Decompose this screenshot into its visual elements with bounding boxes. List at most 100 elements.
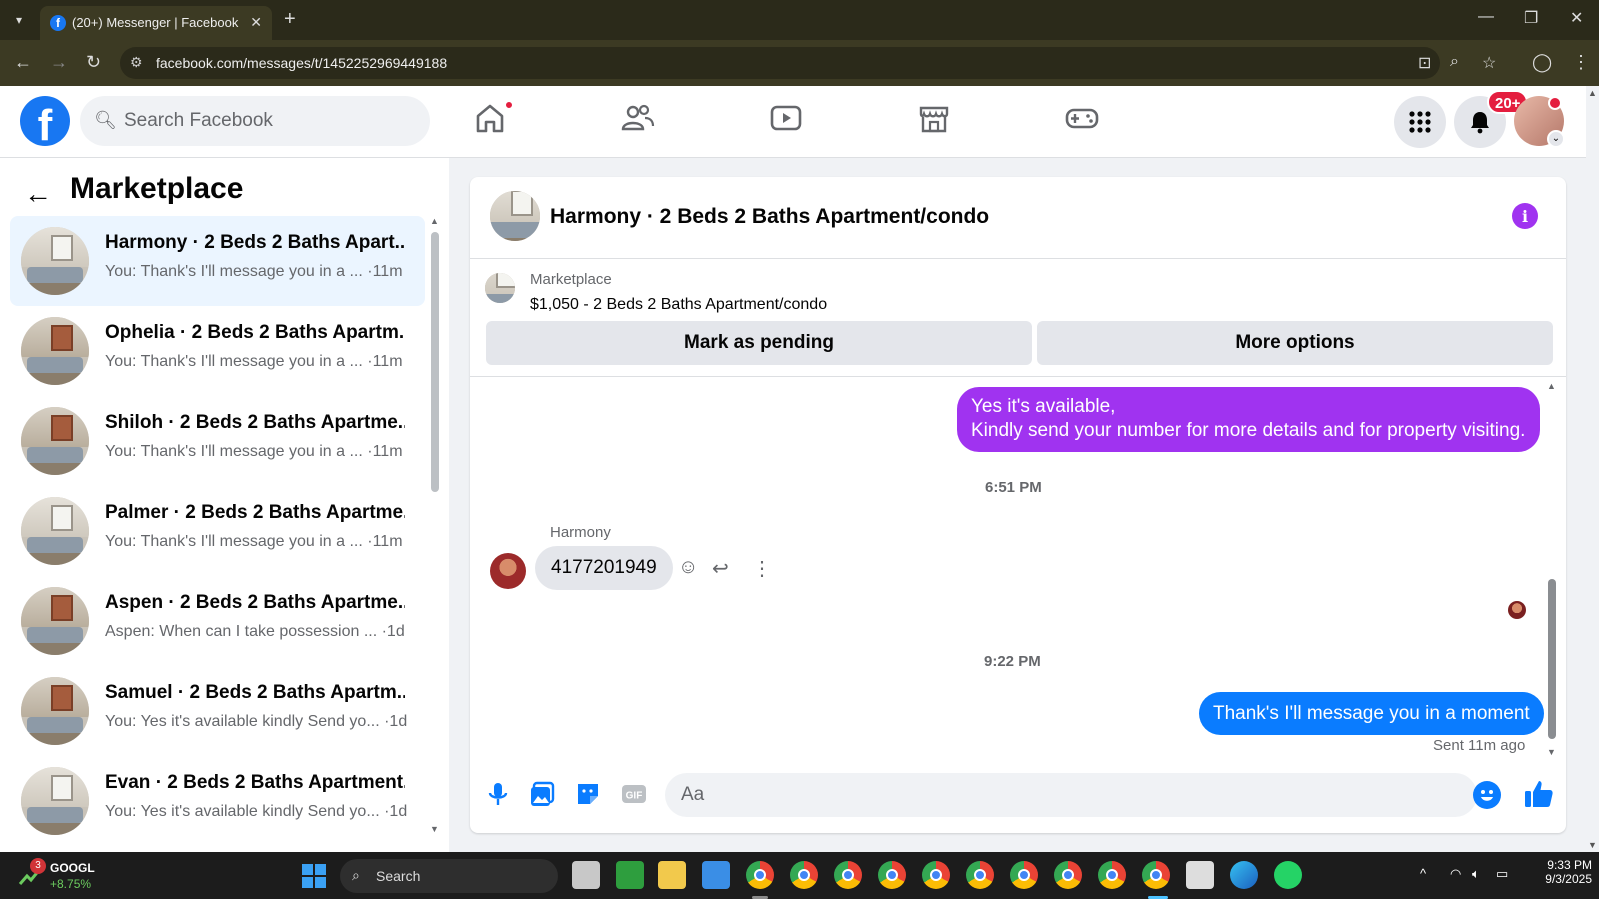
listing-small-thumbnail[interactable] [485,273,515,303]
conversation-item[interactable]: Harmony · 2 Beds 2 Baths Apart... You: T… [10,216,425,306]
facebook-favicon-icon: f [50,15,66,31]
incoming-message[interactable]: 4177201949 [535,546,673,590]
chrome-icon[interactable] [966,861,994,889]
chrome-icon[interactable] [1054,861,1082,889]
taskbar-search[interactable]: ⌕ Search [340,859,558,893]
scrollbar-thumb[interactable] [1548,579,1556,739]
stock-widget[interactable]: 3 GOOGL +8.75% [18,858,108,892]
edge-icon[interactable] [1230,861,1258,889]
chrome-icon[interactable] [790,861,818,889]
chrome-icon[interactable] [922,861,950,889]
chrome-icon[interactable] [1142,861,1170,889]
chevron-down-icon[interactable]: ⌄ [1547,130,1565,148]
install-app-icon[interactable]: ⊡ [1418,53,1431,73]
reply-icon[interactable]: ↩ [712,556,729,581]
like-thumb-icon[interactable] [1523,778,1555,810]
messages-scrollbar[interactable]: ▲ ▼ [1546,381,1558,761]
minimize-icon[interactable]: — [1478,8,1494,26]
clock-date: 9/3/2025 [1545,872,1592,886]
conversation-item[interactable]: Ophelia · 2 Beds 2 Baths Apartm... You: … [10,306,425,396]
file-explorer-icon[interactable] [658,861,686,889]
whatsapp-icon[interactable] [1274,861,1302,889]
spreadsheet-app-icon[interactable] [616,861,644,889]
video-icon [770,105,802,131]
nav-video[interactable] [768,100,816,144]
sticker-icon[interactable] [574,780,602,808]
chrome-icon[interactable] [878,861,906,889]
reload-icon[interactable]: ↻ [86,52,101,73]
tray-chevron-icon[interactable]: ^ [1420,866,1426,881]
profile-icon[interactable]: ◯ [1532,52,1552,73]
microphone-icon[interactable] [484,780,512,808]
nav-friends[interactable] [620,100,668,144]
browser-menu-icon[interactable]: ⋮ [1572,52,1590,73]
grid-menu-icon [1409,111,1431,133]
chrome-icon[interactable] [1010,861,1038,889]
sender-avatar[interactable] [490,553,526,589]
scroll-down-icon[interactable]: ▼ [430,824,439,834]
conversation-name: Harmony · 2 Beds 2 Baths Apart... [105,232,405,253]
conversation-item[interactable]: Samuel · 2 Beds 2 Baths Apartm... You: Y… [10,666,425,756]
chrome-icon[interactable] [746,861,774,889]
listing-item[interactable]: $1,050 - 2 Beds 2 Baths Apartment/condo [530,296,827,314]
react-smiley-icon[interactable]: ☺ [678,556,698,579]
conversation-scrollbar[interactable]: ▲ ▼ [429,216,441,834]
scroll-down-icon[interactable]: ▼ [1547,747,1556,757]
scroll-up-icon[interactable]: ▲ [1547,381,1556,391]
mark-as-pending-button[interactable]: Mark as pending [486,321,1032,365]
menu-button[interactable] [1394,96,1446,148]
browser-tab[interactable]: f (20+) Messenger | Facebook ✕ [40,6,272,40]
tab-list-icon[interactable]: ▾ [8,10,30,30]
chat-header: Harmony · 2 Beds 2 Baths Apartment/condo… [470,177,1566,259]
scroll-down-icon[interactable]: ▼ [1588,840,1597,850]
scroll-up-icon[interactable]: ▲ [430,216,439,226]
wifi-icon[interactable]: ◠ [1450,866,1461,882]
zoom-icon[interactable]: ⌕ [1450,53,1459,71]
forward-icon[interactable]: → [50,52,68,73]
nav-gaming[interactable] [1064,100,1112,144]
conversation-item[interactable]: Shiloh · 2 Beds 2 Baths Apartme... You: … [10,396,425,486]
site-info-icon[interactable]: ⚙ [130,54,143,71]
more-vertical-icon[interactable]: ⋮ [752,556,772,581]
emoji-icon[interactable] [1473,781,1501,809]
back-icon[interactable]: ← [14,52,32,73]
message-input[interactable] [665,773,1477,817]
chrome-icon[interactable] [834,861,862,889]
windows-start-icon[interactable] [302,864,326,888]
bookmark-star-icon[interactable]: ☆ [1482,53,1496,73]
window-close-icon[interactable]: ✕ [1570,8,1583,28]
scroll-up-icon[interactable]: ▲ [1588,88,1597,98]
conversation-item[interactable]: Palmer · 2 Beds 2 Baths Apartme... You: … [10,486,425,576]
tab-close-icon[interactable]: ✕ [250,14,262,31]
chat-listing-thumbnail[interactable] [490,191,540,241]
task-view-icon[interactable] [572,861,600,889]
facebook-logo-icon[interactable]: f [20,96,70,146]
nav-home[interactable] [472,100,520,144]
outgoing-message[interactable]: Yes it's available, Kindly send your num… [957,387,1540,452]
seen-avatar [1508,601,1526,619]
outgoing-message[interactable]: Thank's I'll message you in a moment [1199,692,1544,735]
more-options-button[interactable]: More options [1037,321,1553,365]
back-arrow-icon[interactable]: ← [24,178,52,210]
scrollbar-thumb[interactable] [431,232,439,492]
address-bar[interactable]: ⚙ facebook.com/messages/t/14522529694491… [120,47,1496,79]
chat-title[interactable]: Harmony · 2 Beds 2 Baths Apartment/condo [550,205,989,229]
system-clock[interactable]: 9:33 PM 9/3/2025 [1532,858,1592,886]
volume-icon[interactable]: 🔈︎ [1472,866,1480,882]
info-icon[interactable]: i [1512,203,1538,229]
search-input[interactable] [124,96,414,146]
new-tab-icon[interactable]: + [284,8,296,31]
message-text: Kindly send your number for more details… [971,420,1526,441]
store-icon[interactable] [702,861,730,889]
maximize-icon[interactable]: ❐ [1524,8,1538,28]
gif-icon[interactable]: GIF [620,780,648,808]
conversation-item[interactable]: Aspen · 2 Beds 2 Baths Apartme... Aspen:… [10,576,425,666]
photo-icon[interactable] [528,780,556,808]
conversation-item[interactable]: Evan · 2 Beds 2 Baths Apartment... You: … [10,756,425,846]
nav-marketplace[interactable] [916,100,964,144]
battery-icon[interactable]: ▭ [1496,866,1508,882]
snipping-tool-icon[interactable] [1186,861,1214,889]
page-scrollbar[interactable]: ▲ ▼ [1586,86,1599,852]
chrome-icon[interactable] [1098,861,1126,889]
facebook-search[interactable]: 🔍︎ [80,96,430,146]
